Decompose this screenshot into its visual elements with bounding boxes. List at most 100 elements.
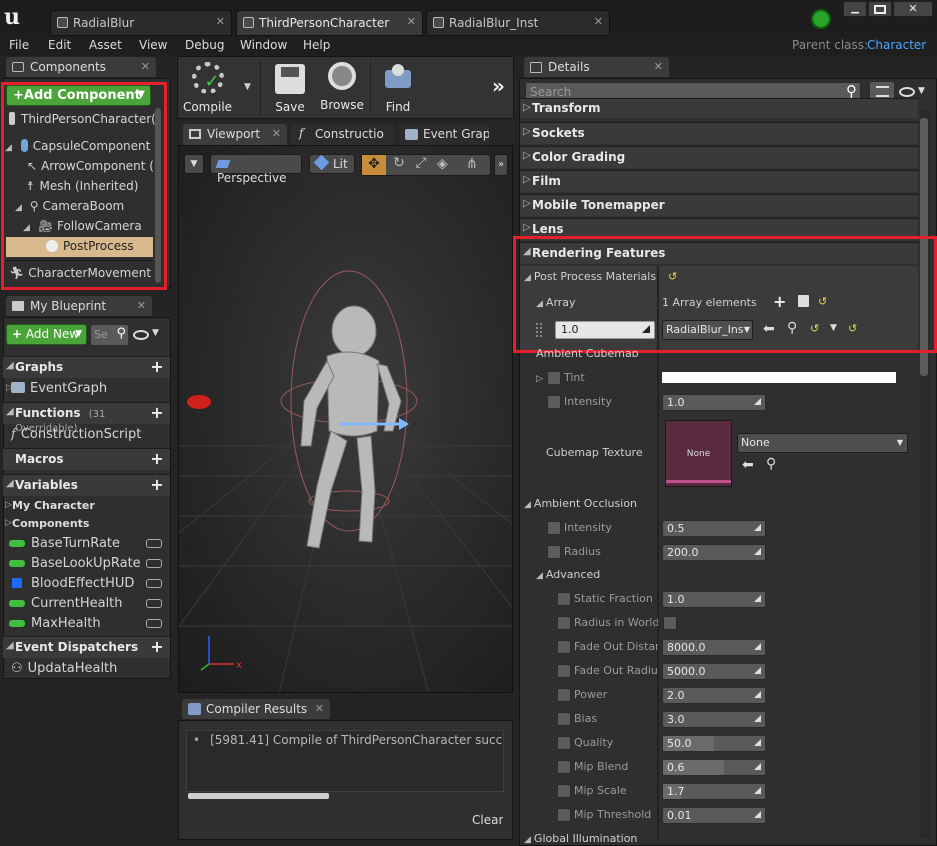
mip-scale-field[interactable]: 1.7: [662, 783, 766, 800]
menu-window[interactable]: Window: [240, 38, 287, 52]
fade-out-distance-checkbox[interactable]: [557, 640, 571, 654]
intensity-override-checkbox[interactable]: [547, 395, 561, 409]
menu-view[interactable]: View: [139, 38, 167, 52]
visibility-icon[interactable]: [146, 539, 162, 548]
perspective-button[interactable]: Perspective: [210, 154, 302, 185]
cubemap-texture-dropdown[interactable]: None ▼: [737, 433, 908, 453]
cubemap-texture-thumbnail[interactable]: None: [665, 420, 732, 487]
section-transform[interactable]: ▷ Transform: [520, 98, 918, 118]
section-sockets[interactable]: ▷ Sockets: [520, 122, 918, 144]
static-fraction-field[interactable]: 1.0: [662, 591, 766, 608]
close-window-button[interactable]: ✕: [893, 1, 933, 17]
category-my-character[interactable]: ▷ My Character: [3, 497, 170, 517]
find-button[interactable]: Find: [376, 60, 420, 118]
visibility-icon[interactable]: [146, 599, 162, 608]
dispatcher-item-updatahealth[interactable]: ⚇ UpdataHealth: [3, 659, 170, 679]
source-control-icon[interactable]: [811, 9, 831, 29]
function-item-constructionscript[interactable]: f ConstructionScript: [3, 425, 170, 445]
radius-in-worldspace-checkbox[interactable]: [557, 616, 571, 630]
tab-radialblur-inst[interactable]: RadialBlur_Inst ✕: [426, 10, 610, 36]
close-icon[interactable]: ✕: [594, 15, 603, 28]
graph-item-eventgraph[interactable]: ▷ EventGraph: [3, 379, 170, 399]
tab-viewport[interactable]: Viewport ✕: [183, 124, 287, 145]
browse-asset-icon[interactable]: ⚲: [766, 456, 776, 472]
section-functions[interactable]: ◢ Functions (31 Overridable) +: [3, 402, 170, 434]
variable-item[interactable]: BloodEffectHUD: [3, 574, 170, 594]
add-dispatcher-icon[interactable]: +: [150, 639, 164, 655]
view-options-icon[interactable]: [133, 330, 149, 340]
quality-field[interactable]: 50.0: [662, 735, 766, 752]
my-blueprint-tab[interactable]: My Blueprint ✕: [6, 296, 152, 316]
close-icon[interactable]: ✕: [141, 60, 150, 73]
use-selected-asset-icon[interactable]: ⬅: [742, 457, 754, 473]
visibility-icon[interactable]: [146, 619, 162, 628]
add-macro-icon[interactable]: +: [150, 451, 164, 467]
parent-class-link[interactable]: Character: [867, 38, 926, 52]
visibility-dropdown-icon[interactable]: ▼: [918, 86, 925, 96]
menu-help[interactable]: Help: [303, 38, 330, 52]
add-variable-icon[interactable]: +: [150, 477, 164, 493]
unreal-logo[interactable]: u: [4, 4, 26, 30]
add-new-button[interactable]: + Add New ▼: [6, 324, 87, 345]
mip-blend-field[interactable]: 0.6: [662, 759, 766, 776]
variable-item[interactable]: CurrentHealth: [3, 594, 170, 614]
category-components[interactable]: ▷ Components: [3, 515, 170, 535]
mip-blend-checkbox[interactable]: [557, 760, 571, 774]
section-film[interactable]: ▷ Film: [520, 170, 918, 192]
section-macros[interactable]: Macros +: [3, 448, 170, 470]
close-icon[interactable]: ✕: [272, 127, 281, 140]
surface-snap-icon[interactable]: ⋔: [466, 156, 484, 174]
variable-item[interactable]: BaseTurnRate: [3, 534, 170, 554]
power-checkbox[interactable]: [557, 688, 571, 702]
clear-button[interactable]: Clear: [472, 813, 503, 827]
minimize-button[interactable]: ▁: [843, 1, 867, 17]
close-icon[interactable]: ✕: [654, 60, 663, 73]
section-event-dispatchers[interactable]: ◢ Event Dispatchers +: [3, 636, 170, 658]
viewport-overflow-icon[interactable]: »: [494, 154, 508, 176]
tint-color-swatch[interactable]: [662, 372, 896, 383]
compiler-scrollbar[interactable]: [188, 793, 329, 799]
menu-edit[interactable]: Edit: [48, 38, 71, 52]
power-field[interactable]: 2.0: [662, 687, 766, 704]
section-color-grading[interactable]: ▷ Color Grading: [520, 146, 918, 168]
tab-radialblur[interactable]: RadialBlur ✕: [50, 10, 232, 36]
visibility-options-icon[interactable]: [899, 87, 915, 97]
visibility-icon[interactable]: [146, 579, 162, 588]
ao-intensity-field[interactable]: 0.5: [662, 520, 766, 537]
details-tab[interactable]: Details ✕: [524, 57, 669, 77]
compiler-results-tab[interactable]: Compiler Results ✕: [182, 699, 330, 719]
menu-asset[interactable]: Asset: [89, 38, 122, 52]
close-icon[interactable]: ✕: [216, 15, 225, 28]
radius-in-worldspace-value-checkbox[interactable]: [663, 616, 677, 630]
components-tab[interactable]: Components ✕: [6, 57, 156, 77]
section-variables[interactable]: ◢ Variables +: [3, 474, 170, 496]
quality-checkbox[interactable]: [557, 736, 571, 750]
menu-debug[interactable]: Debug: [185, 38, 224, 52]
scale-tool-icon[interactable]: ⤢: [411, 155, 431, 175]
mip-threshold-checkbox[interactable]: [557, 808, 571, 822]
bias-checkbox[interactable]: [557, 712, 571, 726]
maximize-button[interactable]: [868, 1, 892, 17]
compile-options-dropdown-icon[interactable]: ▼: [244, 82, 251, 92]
compile-button[interactable]: ✓ Compile: [180, 60, 235, 118]
world-space-icon[interactable]: ◈: [437, 156, 455, 174]
variable-item[interactable]: BaseLookUpRate: [3, 554, 170, 574]
ao-radius-field[interactable]: 200.0: [662, 544, 766, 561]
tab-event-graph[interactable]: Event Grap: [399, 124, 489, 145]
bias-field[interactable]: 3.0: [662, 711, 766, 728]
close-icon[interactable]: ✕: [137, 299, 146, 312]
static-fraction-checkbox[interactable]: [557, 592, 571, 606]
mip-scale-checkbox[interactable]: [557, 784, 571, 798]
add-function-icon[interactable]: +: [150, 405, 164, 421]
ao-intensity-override-checkbox[interactable]: [547, 521, 561, 535]
lit-button[interactable]: Lit: [309, 154, 355, 174]
rotate-tool-icon[interactable]: ↻: [389, 155, 409, 175]
tab-thirdpersoncharacter[interactable]: ThirdPersonCharacter ✕: [236, 10, 423, 36]
close-icon[interactable]: ✕: [315, 702, 324, 715]
browse-button[interactable]: Browse: [318, 60, 366, 118]
viewport-options-dropdown[interactable]: ▼: [184, 154, 204, 174]
ao-radius-override-checkbox[interactable]: [547, 545, 561, 559]
variable-item[interactable]: MaxHealth: [3, 614, 170, 634]
intensity-field[interactable]: 1.0: [662, 394, 766, 411]
fade-out-radius-checkbox[interactable]: [557, 664, 571, 678]
